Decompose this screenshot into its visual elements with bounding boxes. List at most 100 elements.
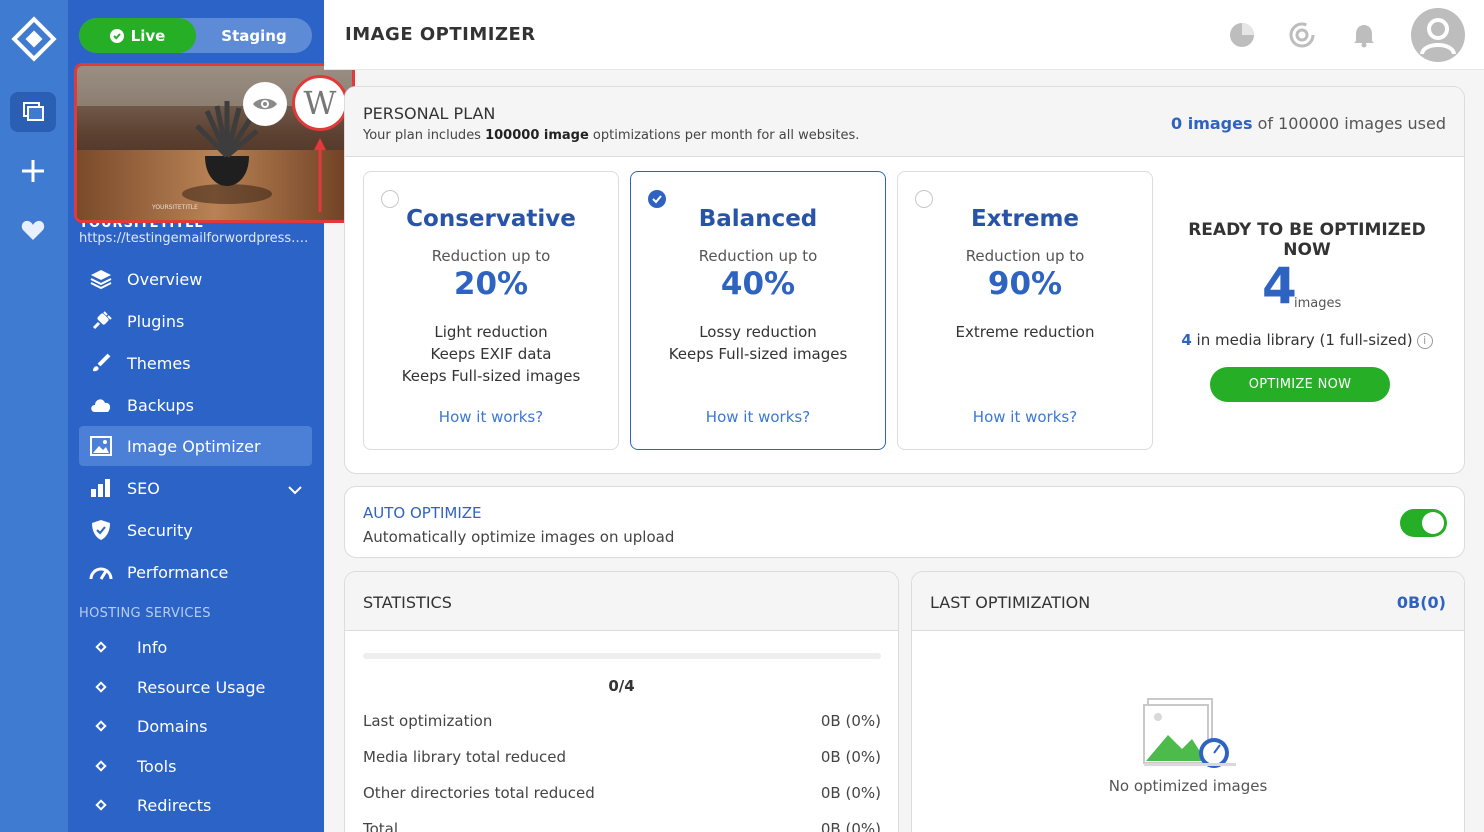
option-features: Lossy reduction Keeps Full-sized images bbox=[668, 323, 848, 363]
nav-seo[interactable]: SEO bbox=[79, 468, 312, 508]
site-url[interactable]: https://testingemailforwordpress.com bbox=[79, 231, 309, 246]
nav-domains[interactable]: Domains bbox=[79, 710, 312, 742]
option-percent: 20% bbox=[453, 266, 529, 302]
plan-description: Your plan includes 100000 image optimiza… bbox=[363, 128, 860, 143]
site-preview[interactable]: YOURSITETITLE W bbox=[74, 63, 355, 223]
no-optimized-images-text: No optimized images bbox=[1108, 777, 1268, 795]
bell-icon[interactable] bbox=[1350, 21, 1378, 49]
pie-chart-icon[interactable] bbox=[1228, 21, 1256, 49]
optimization-ratio: 0/4 bbox=[608, 677, 635, 695]
nav-backups[interactable]: Backups bbox=[79, 385, 312, 425]
how-it-works-link[interactable]: How it works? bbox=[631, 408, 885, 426]
hosting-services-label: HOSTING SERVICES bbox=[79, 606, 211, 621]
option-percent: 40% bbox=[720, 266, 796, 302]
plan-panel: PERSONAL PLAN Your plan includes 100000 … bbox=[344, 86, 1465, 474]
info-icon[interactable]: i bbox=[1416, 332, 1433, 349]
option-reduction-label: Reduction up to bbox=[698, 247, 818, 265]
ready-count: 4 bbox=[1262, 257, 1297, 315]
add-site-icon[interactable] bbox=[10, 151, 56, 191]
diamond-icon bbox=[95, 641, 107, 653]
optimization-progress-bar bbox=[363, 653, 881, 659]
highlight-arrow-icon bbox=[314, 138, 326, 212]
stat-row: Other directories total reduced 0B (0%) bbox=[363, 784, 881, 802]
app-logo-icon[interactable] bbox=[11, 16, 57, 62]
option-name: Conservative bbox=[406, 206, 576, 232]
nav-image-optimizer[interactable]: Image Optimizer bbox=[79, 426, 312, 466]
staging-button[interactable]: Staging bbox=[196, 18, 312, 53]
stat-row: Media library total reduced 0B (0%) bbox=[363, 748, 881, 766]
chevron-down-icon[interactable] bbox=[288, 480, 302, 499]
option-card-balanced[interactable]: Balanced Reduction up to 40% Lossy reduc… bbox=[630, 171, 886, 450]
environment-switch: Live Staging bbox=[79, 18, 312, 53]
stat-row: Last optimization 0B (0%) bbox=[363, 712, 881, 730]
option-features: Extreme reduction bbox=[955, 323, 1095, 341]
auto-optimize-description: Automatically optimize images on upload bbox=[363, 528, 675, 546]
check-icon bbox=[109, 28, 124, 43]
option-card-extreme[interactable]: Extreme Reduction up to 90% Extreme redu… bbox=[897, 171, 1153, 450]
images-used-link[interactable]: 0 images bbox=[1171, 114, 1252, 133]
option-name: Balanced bbox=[698, 206, 818, 232]
ready-title: READY TO BE OPTIMIZED NOW bbox=[1188, 220, 1426, 260]
nav-resource-usage-label: Resource Usage bbox=[137, 677, 266, 697]
nav-image-optimizer-label: Image Optimizer bbox=[127, 436, 261, 456]
no-images-illustration-icon bbox=[1143, 698, 1236, 768]
diamond-icon bbox=[95, 760, 107, 772]
nav-performance-label: Performance bbox=[127, 562, 229, 582]
auto-optimize-title: AUTO OPTIMIZE bbox=[363, 504, 482, 522]
last-optimization-value: 0B(0) bbox=[1396, 593, 1446, 612]
plan-title: PERSONAL PLAN bbox=[363, 104, 496, 123]
nav-overview-label: Overview bbox=[127, 269, 203, 289]
statistics-title: STATISTICS bbox=[363, 593, 452, 612]
sites-icon[interactable] bbox=[10, 92, 56, 132]
heart-icon[interactable] bbox=[10, 210, 56, 250]
preview-eye-icon[interactable] bbox=[243, 82, 287, 126]
option-reduction-label: Reduction up to bbox=[431, 247, 551, 265]
nav-themes[interactable]: Themes bbox=[79, 343, 312, 383]
preview-caption: YOURSITETITLE bbox=[151, 204, 198, 211]
nav-redirects[interactable]: Redirects bbox=[79, 789, 312, 821]
diamond-icon bbox=[95, 799, 107, 811]
nav-resource-usage[interactable]: Resource Usage bbox=[79, 671, 312, 703]
bar-chart-icon bbox=[89, 476, 113, 500]
optimize-now-button[interactable]: OPTIMIZE NOW bbox=[1210, 367, 1390, 402]
brush-icon bbox=[89, 351, 113, 375]
nav-info-label: Info bbox=[137, 637, 168, 657]
nav-plugins[interactable]: Plugins bbox=[79, 301, 312, 341]
page-title: IMAGE OPTIMIZER bbox=[345, 24, 536, 45]
nav-performance[interactable]: Performance bbox=[79, 552, 312, 592]
nav-themes-label: Themes bbox=[127, 353, 191, 373]
diamond-icon bbox=[95, 720, 107, 732]
gauge-icon bbox=[89, 560, 113, 584]
refresh-icon[interactable] bbox=[1288, 21, 1316, 49]
last-optimization-title: LAST OPTIMIZATION bbox=[930, 593, 1091, 612]
auto-optimize-panel: AUTO OPTIMIZE Automatically optimize ima… bbox=[344, 486, 1465, 558]
stat-row: Total 0B (0%) bbox=[363, 820, 881, 832]
nav-redirects-label: Redirects bbox=[137, 795, 212, 815]
avatar[interactable] bbox=[1411, 8, 1465, 62]
how-it-works-link[interactable]: How it works? bbox=[364, 408, 618, 426]
how-it-works-link[interactable]: How it works? bbox=[898, 408, 1152, 426]
live-button[interactable]: Live bbox=[79, 18, 196, 53]
auto-optimize-toggle[interactable] bbox=[1400, 509, 1447, 537]
option-card-conservative[interactable]: Conservative Reduction up to 20% Light r… bbox=[363, 171, 619, 450]
option-reduction-label: Reduction up to bbox=[965, 247, 1085, 265]
check-icon bbox=[652, 195, 662, 204]
user-icon bbox=[1420, 18, 1456, 55]
diamond-icon bbox=[95, 681, 107, 693]
icon-rail bbox=[0, 0, 68, 832]
nav-info[interactable]: Info bbox=[79, 631, 312, 663]
nav-security-label: Security bbox=[127, 520, 193, 540]
nav-overview[interactable]: Overview bbox=[79, 259, 312, 299]
nav-security[interactable]: Security bbox=[79, 510, 312, 550]
nav-backups-label: Backups bbox=[127, 395, 194, 415]
nav-tools-label: Tools bbox=[137, 756, 177, 776]
layers-icon bbox=[89, 267, 113, 291]
topbar: IMAGE OPTIMIZER bbox=[324, 0, 1484, 70]
live-label: Live bbox=[130, 26, 166, 45]
nav-domains-label: Domains bbox=[137, 716, 208, 736]
plan-usage: 0 images of 100000 images used bbox=[1171, 114, 1446, 133]
statistics-panel: STATISTICS 0/4 Last optimization 0B (0%) … bbox=[344, 571, 899, 832]
shield-icon bbox=[89, 518, 113, 542]
nav-tools[interactable]: Tools bbox=[79, 750, 312, 782]
wordpress-icon[interactable]: W bbox=[292, 75, 348, 131]
